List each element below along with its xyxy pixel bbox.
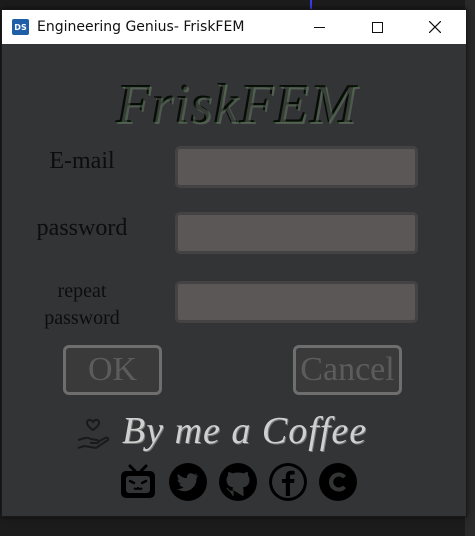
friskfem-logo: FriskFEM xyxy=(72,70,402,140)
password-label: password xyxy=(36,215,128,241)
window-title: Engineering Genius- FriskFEM xyxy=(37,19,245,35)
close-button[interactable] xyxy=(412,10,458,44)
email-field[interactable] xyxy=(175,146,418,188)
bilibili-icon[interactable] xyxy=(118,462,158,502)
repeat-password-label: repeat password xyxy=(22,278,142,332)
title-bar[interactable]: DS Engineering Genius- FriskFEM xyxy=(2,10,466,44)
c-icon[interactable] xyxy=(318,462,358,502)
github-icon[interactable] xyxy=(218,462,258,502)
email-label: E-mail xyxy=(49,148,115,174)
app-icon: DS xyxy=(12,19,29,35)
repeat-password-field[interactable] xyxy=(175,281,418,323)
app-window: DS Engineering Genius- FriskFEM FriskFEM… xyxy=(1,9,467,517)
facebook-icon[interactable] xyxy=(268,462,308,502)
password-field[interactable] xyxy=(175,212,418,254)
minimize-icon xyxy=(313,26,325,28)
cancel-button[interactable]: Cancel xyxy=(293,345,402,395)
close-icon xyxy=(429,21,441,33)
maximize-button[interactable] xyxy=(354,10,400,44)
twitter-icon[interactable] xyxy=(168,462,208,502)
maximize-icon xyxy=(371,21,383,33)
repeat-label-line1: repeat xyxy=(57,280,107,302)
donate-hand-heart-icon[interactable] xyxy=(74,416,112,454)
ok-button[interactable]: OK xyxy=(63,345,162,395)
buy-coffee-link[interactable]: By me a Coffee xyxy=(122,406,412,456)
minimize-button[interactable] xyxy=(296,10,342,44)
repeat-label-line2: password xyxy=(44,307,120,329)
